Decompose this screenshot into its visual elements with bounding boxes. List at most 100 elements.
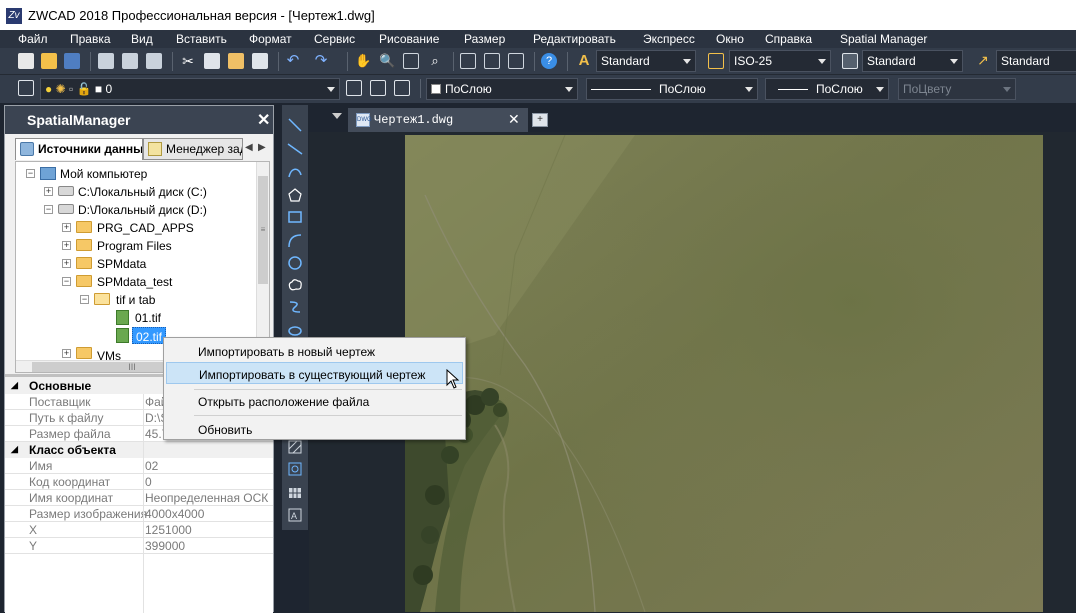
tab-scroll-left-icon[interactable]: ◀ <box>245 142 253 153</box>
menu-edit[interactable]: Правка <box>70 32 111 46</box>
expand-icon[interactable]: + <box>62 259 71 268</box>
tabs-menu-icon[interactable] <box>332 113 342 119</box>
spline-icon[interactable] <box>287 299 303 315</box>
expand-icon[interactable]: + <box>44 187 53 196</box>
menu-window[interactable]: Окно <box>716 32 744 46</box>
menu-draw[interactable]: Рисование <box>379 32 439 46</box>
property-value: 4000x4000 <box>145 507 205 521</box>
menu-insert[interactable]: Вставить <box>176 32 227 46</box>
rectangle-icon[interactable] <box>287 209 303 225</box>
zoom-window-icon[interactable] <box>403 53 419 69</box>
layer-manager-icon[interactable] <box>18 80 34 96</box>
layer-select[interactable]: ● ✺ ▫ 🔓 ■ 0 <box>40 78 340 100</box>
layer-previous-icon[interactable] <box>370 80 386 96</box>
expand-icon[interactable]: + <box>62 349 71 358</box>
collapse-icon[interactable]: − <box>62 277 71 286</box>
zoom-realtime-icon[interactable]: 🔍 <box>379 53 395 69</box>
collapse-icon[interactable]: − <box>80 295 89 304</box>
redo-icon[interactable]: ↷ <box>313 53 329 69</box>
collapse-icon[interactable]: − <box>44 205 53 214</box>
new-file-icon[interactable] <box>18 53 34 69</box>
table-icon[interactable] <box>287 485 303 501</box>
chevron-down-icon <box>1003 87 1011 92</box>
expand-icon[interactable]: + <box>62 223 71 232</box>
tree-item-label: Мой компьютер <box>60 167 148 181</box>
menu-item-open-file-location[interactable]: Открыть расположение файла <box>166 390 463 412</box>
property-row[interactable]: Размер изображения 4000x4000 <box>5 506 273 522</box>
tab-data-sources[interactable]: Источники данных <box>15 138 143 160</box>
tree-item-label: 02.tif <box>132 327 167 344</box>
circle-icon[interactable] <box>287 255 303 271</box>
paste-icon[interactable] <box>228 53 244 69</box>
menu-express[interactable]: Экспресс <box>643 32 695 46</box>
property-row[interactable]: Имя 02 <box>5 458 273 474</box>
match-properties-icon[interactable] <box>252 53 268 69</box>
close-tab-icon[interactable]: ✕ <box>508 111 520 128</box>
property-row[interactable]: Y 399000 <box>5 538 273 554</box>
menu-tools[interactable]: Сервис <box>314 32 355 46</box>
open-folder-icon[interactable] <box>41 53 57 69</box>
menu-modify[interactable]: Редактировать <box>533 32 616 46</box>
tool-palettes-icon[interactable] <box>508 53 524 69</box>
revcloud-icon[interactable] <box>287 277 303 293</box>
document-tab[interactable]: DWG Чертеж1.dwg ✕ <box>348 108 528 132</box>
cut-icon[interactable]: ✂ <box>180 53 196 69</box>
text-style-select[interactable]: Standard <box>596 50 696 72</box>
publish-icon[interactable] <box>146 53 162 69</box>
linetype-select[interactable]: ПоСлою <box>586 78 758 100</box>
property-row[interactable]: X 1251000 <box>5 522 273 538</box>
tree-vertical-scrollbar[interactable]: ≡ <box>256 162 269 360</box>
print-icon[interactable] <box>98 53 114 69</box>
layer-states-icon[interactable] <box>394 80 410 96</box>
property-row[interactable]: Имя координат Неопределенная ОСК <box>5 490 273 506</box>
pan-hand-icon[interactable]: ✋ <box>355 53 371 69</box>
multileader-style-select[interactable]: Standard <box>996 50 1076 72</box>
menu-item-import-new-drawing[interactable]: Импортировать в новый чертеж <box>166 340 463 362</box>
print-preview-icon[interactable] <box>122 53 138 69</box>
mtext-icon[interactable]: A <box>287 507 303 523</box>
line-icon[interactable] <box>287 117 303 133</box>
dim-style-select[interactable]: ISO-25 <box>729 50 831 72</box>
menu-help[interactable]: Справка <box>765 32 812 46</box>
table-style-select[interactable]: Standard <box>862 50 963 72</box>
collapse-triangle-icon[interactable]: ◢ <box>11 444 18 455</box>
arc-icon[interactable] <box>287 233 303 249</box>
polyline-icon[interactable] <box>287 165 303 181</box>
folder-icon <box>76 347 92 359</box>
menu-file[interactable]: Файл <box>18 32 48 46</box>
plotstyle-select[interactable]: ПоЦвету <box>898 78 1016 100</box>
lineweight-sample <box>778 89 808 90</box>
menu-view[interactable]: Вид <box>131 32 153 46</box>
menu-item-refresh[interactable]: Обновить <box>166 418 463 440</box>
zoom-previous-icon[interactable]: ⌕ <box>427 53 443 69</box>
lineweight-select[interactable]: ПоСлою <box>765 78 889 100</box>
menu-dimension[interactable]: Размер <box>464 32 505 46</box>
polygon-icon[interactable] <box>287 187 303 203</box>
context-menu: Импортировать в новый чертеж Импортирова… <box>163 337 466 440</box>
tab-scroll-right-icon[interactable]: ▶ <box>258 142 266 153</box>
expand-icon[interactable]: + <box>62 241 71 250</box>
close-icon[interactable]: ✕ <box>257 110 270 130</box>
properties-icon[interactable] <box>460 53 476 69</box>
collapse-icon[interactable]: − <box>26 169 35 178</box>
category-object[interactable]: ◢ Класс объекта <box>5 442 273 458</box>
xline-icon[interactable] <box>287 141 303 157</box>
undo-icon[interactable]: ↶ <box>285 53 301 69</box>
hatch-icon[interactable] <box>287 439 303 455</box>
menu-item-import-existing-drawing[interactable]: Импортировать в существующий чертеж <box>166 362 463 384</box>
tab-task-manager[interactable]: Менеджер зад <box>143 138 243 160</box>
design-center-icon[interactable] <box>484 53 500 69</box>
collapse-triangle-icon[interactable]: ◢ <box>11 380 18 391</box>
save-icon[interactable] <box>64 53 80 69</box>
color-select[interactable]: ПоСлою <box>426 78 578 100</box>
tree-item-label: SPMdata_test <box>97 275 173 289</box>
menu-format[interactable]: Формат <box>249 32 292 46</box>
property-row[interactable]: Код координат 0 <box>5 474 273 490</box>
copy-icon[interactable] <box>204 53 220 69</box>
scrollbar-thumb[interactable]: ≡ <box>258 176 268 284</box>
menu-spatial-manager[interactable]: Spatial Manager <box>840 32 927 46</box>
new-tab-icon[interactable]: + <box>532 113 548 127</box>
region-icon[interactable] <box>287 461 303 477</box>
help-icon[interactable]: ? <box>541 53 557 69</box>
make-current-layer-icon[interactable] <box>346 80 362 96</box>
